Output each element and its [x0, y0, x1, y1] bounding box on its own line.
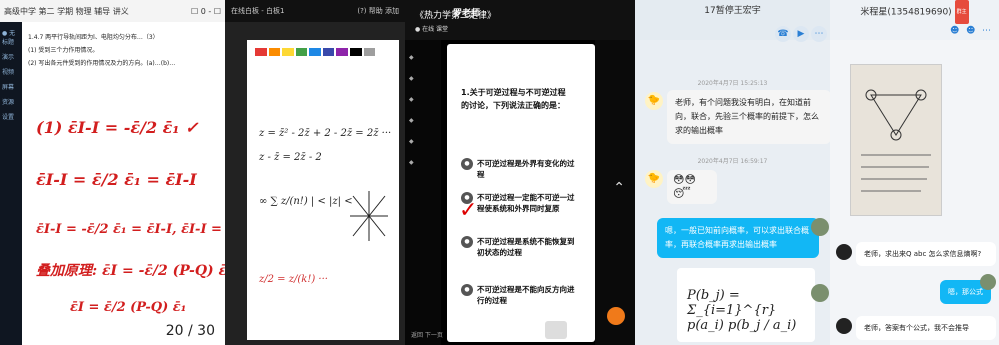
emoji-message: 😳😳😴 — [667, 170, 717, 204]
chat-panel-2: 米程星(1354819690) 群主 ☻ ☻ ⋯ 老师，求出来Q abc 怎么求… — [830, 0, 999, 345]
sidebar-item[interactable]: ◆ — [409, 159, 437, 166]
doc-titlebar: 高级中学 第二 学期 物理 辅导 讲义 ☐ 0 - ☐ — [0, 0, 225, 23]
photo-message[interactable] — [850, 64, 942, 216]
message-bubble: 老师，求出来Q abc 怎么求信息熵啊? — [856, 242, 996, 266]
option-radio-icon: ● — [461, 284, 473, 296]
question-text: 1.关于可逆过程与不可逆过程的讨论，下列说法正确的是： — [461, 88, 566, 110]
formula-image: P(b_j) = Σ_{i=1}^{r} p(a_i) p(b_j / a_i) — [677, 268, 815, 342]
doc-sidebar: ● 无标题 演示 视频 屏幕 资源 设置 — [0, 22, 22, 345]
answer-option[interactable]: ● 不可逆过程是系统不能恢复到初状态的过程 — [461, 236, 581, 258]
role-badge: 群主 — [954, 0, 969, 24]
color-palette[interactable] — [255, 48, 376, 58]
avatar[interactable]: 🐤 — [645, 92, 663, 110]
message-bubble: 老师，有个问题我没有明白，在知道前向，联合，先验三个概率的前提下，怎么求的输出概… — [667, 90, 830, 144]
sidebar-item[interactable]: ◆ — [409, 96, 437, 103]
teacher-name: 罗老师 — [453, 9, 481, 19]
avatar[interactable] — [836, 244, 852, 260]
ink-annotation: ε̄I-I = ε̄/2 ε̄₁ = ε̄I-I — [36, 170, 197, 189]
check-mark-icon: ✓ — [459, 198, 478, 223]
ink-formula: ∞ ∑ z/(n!) | < |z| < — [259, 196, 353, 207]
sidebar-item[interactable]: 资源 — [2, 97, 20, 106]
sidebar-item[interactable]: 视频 — [2, 67, 20, 76]
whiteboard-panel: 在线白板 - 白板1 (?) 帮助 添加 z = z̄² - 2z̄ + 2 -… — [225, 0, 405, 345]
quiz-sidebar: ◆ ◆ ◆ ◆ ◆ ◆ — [405, 40, 441, 345]
doc-title: 高级中学 第二 学期 物理 辅导 讲义 — [4, 6, 129, 16]
timestamp: 2020年4月7日 15:25:13 — [697, 80, 768, 87]
ink-annotation: ε̄I = ε̄/2 (P-Q) ε̄₁ — [70, 300, 187, 315]
color-swatch[interactable] — [295, 48, 308, 56]
live-badge: ● 在线 课堂 — [415, 26, 449, 33]
video-icon[interactable]: ▶ — [793, 26, 809, 42]
ink-formula: z - z̄ = 2z̄ - 2 — [259, 152, 322, 163]
chat-contact-name: 17暂停王宏宇 — [704, 6, 761, 16]
nav-hint[interactable]: 返回 下一页 — [411, 330, 443, 339]
doc-annotation-panel: 高级中学 第二 学期 物理 辅导 讲义 ☐ 0 - ☐ ● 无标题 演示 视频 … — [0, 0, 225, 345]
sidebar-item[interactable]: 演示 — [2, 52, 20, 61]
color-swatch[interactable] — [322, 48, 335, 56]
sidebar-item[interactable]: ◆ — [409, 117, 437, 124]
color-swatch[interactable] — [349, 48, 362, 56]
chevron-up-icon[interactable]: ⌃ — [613, 180, 625, 196]
phone-icon[interactable]: ☎ — [775, 26, 791, 42]
color-swatch[interactable] — [255, 48, 267, 56]
option-label: 不可逆过程是外界有变化的过程 — [477, 159, 575, 179]
window-controls[interactable]: ☐ 0 - ☐ — [191, 7, 221, 16]
add-icon[interactable]: ☻ — [966, 26, 980, 40]
timestamp: 2020年4月7日 16:59:17 — [697, 158, 768, 165]
ink-annotation: 叠加原理: ε̄I = -ε̄/2 (P-Q) ε̄₁ — [36, 263, 225, 279]
avatar[interactable] — [811, 218, 829, 236]
ink-formula: z = z̄² - 2z̄ + 2 - 2z̄ = 2z̄ ··· — [259, 128, 392, 139]
sketch-diagram — [350, 191, 388, 241]
chat-contact-name: 米程星(1354819690) — [860, 7, 952, 18]
color-swatch[interactable] — [363, 48, 376, 56]
option-radio-icon: ● — [461, 236, 473, 248]
sidebar-item[interactable]: ◆ — [409, 54, 437, 61]
message-bubble: 老师，答案有个公式，我不会推导 — [856, 316, 996, 340]
chat-panel-1: 17暂停王宏宇 ☎ ▶ ⋯ 2020年4月7日 15:25:13 🐤 老师，有个… — [635, 0, 830, 345]
page-indicator: 20 / 30 — [165, 323, 215, 339]
sidebar-item[interactable]: ◆ — [409, 75, 437, 82]
answer-option[interactable]: ● 不可逆过程是不能向反方向进行的过程 — [461, 284, 581, 306]
option-label: 不可逆过程是系统不能恢复到初状态的过程 — [477, 237, 575, 257]
whiteboard-actions[interactable]: (?) 帮助 添加 — [357, 6, 399, 16]
avatar[interactable] — [980, 274, 996, 290]
avatar[interactable] — [836, 318, 852, 334]
option-label: 不可逆过程一定能不可逆一过程使系统和外界同时复原 — [477, 193, 575, 213]
option-radio-icon: ● — [461, 158, 473, 170]
color-swatch[interactable] — [268, 48, 281, 56]
sidebar-item[interactable]: ◆ — [409, 138, 437, 145]
quiz-header: 《热力学第二定律》 罗老师 ● 在线 课堂 — [405, 0, 635, 40]
sidebar-item[interactable]: 设置 — [2, 112, 20, 121]
ink-annotation: (1) ε̄I-I = -ε̄/2 ε̄₁ ✓ — [36, 118, 199, 137]
sidebar-item[interactable]: 屏幕 — [2, 82, 20, 91]
formula-text: P(b_j) = Σ_{i=1}^{r} p(a_i) p(b_j / a_i) — [687, 288, 797, 333]
record-button[interactable] — [607, 307, 625, 325]
more-icon[interactable]: ⋯ — [811, 26, 827, 42]
color-swatch[interactable] — [282, 48, 294, 56]
answer-option[interactable]: ● 不可逆过程是外界有变化的过程 — [461, 158, 581, 180]
option-label: 不可逆过程是不能向反方向进行的过程 — [477, 285, 575, 305]
submit-button[interactable] — [545, 321, 567, 339]
sidebar-item[interactable]: ● 无标题 — [2, 28, 20, 46]
problem-text: 1.4.7 两平行导轨间距为l、电阻均匀分布…（3） — [28, 34, 159, 41]
quiz-panel: 《热力学第二定律》 罗老师 ● 在线 课堂 ◆ ◆ ◆ ◆ ◆ ◆ 1.关于可逆… — [405, 0, 635, 345]
photo-sketch — [861, 89, 931, 192]
ink-formula: z/2 = z/(k!) ··· — [259, 274, 328, 285]
more-icon[interactable]: ⋯ — [982, 26, 996, 40]
avatar[interactable] — [811, 284, 829, 302]
problem-text: (1) 受到三个力作用情况。 — [28, 47, 99, 54]
ink-annotation: ε̄I-I = -ε̄/2 ε̄₁ = ε̄I-I, ε̄I-I = ε̄/2 … — [36, 222, 225, 237]
avatar[interactable]: 🐤 — [645, 170, 663, 188]
color-swatch[interactable] — [336, 48, 348, 56]
answer-option[interactable]: ● 不可逆过程一定能不可逆一过程使系统和外界同时复原 — [461, 192, 581, 214]
color-swatch[interactable] — [309, 48, 321, 56]
message-bubble: 嗯，一般已知前向概率，可以求出联合概率，再联合概率再求出输出概率 — [657, 218, 819, 258]
whiteboard-titlebar: 在线白板 - 白板1 (?) 帮助 添加 — [225, 0, 405, 22]
contact-icon[interactable]: ☻ — [950, 26, 964, 40]
whiteboard-title: 在线白板 - 白板1 — [231, 7, 285, 15]
problem-text: (2) 写出各元件受到的作用情况及力的方向。(a)…(b)… — [28, 60, 176, 67]
